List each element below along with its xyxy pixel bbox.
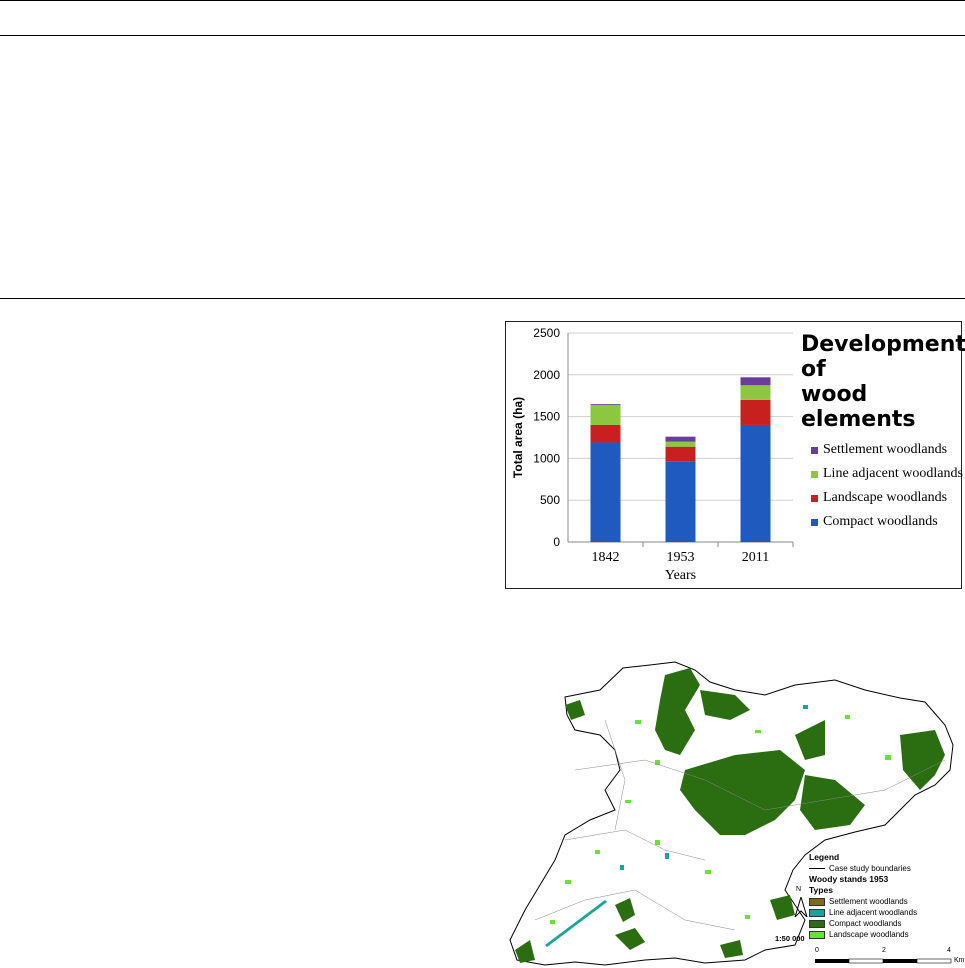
legend-label: Settlement woodlands: [823, 442, 948, 457]
bar-segment: [740, 399, 771, 425]
scalebar-tick-0: 0: [815, 947, 819, 954]
map-legend-label: Line adjacent woodlands: [829, 908, 918, 917]
chart-title: Development of wood elements: [801, 332, 965, 432]
section-rule: [0, 298, 965, 299]
legend-swatch: [811, 518, 818, 526]
legend-label: Landscape woodlands: [823, 490, 948, 505]
legend-item-compact: Compact woodlands: [811, 510, 963, 534]
y-tick-label: 500: [540, 493, 560, 507]
map-legend-item: Landscape woodlands: [809, 929, 917, 940]
bar-segment: [665, 436, 696, 442]
map-legend-item: Line adjacent woodlands: [809, 907, 917, 918]
map-legend-label: Compact woodlands: [829, 919, 902, 928]
legend-item-landscape: Landscape woodlands: [811, 486, 963, 510]
legend-item-settlement: Settlement woodlands: [811, 438, 963, 462]
y-tick-label: 1000: [533, 451, 560, 465]
bar-segment: [590, 404, 621, 405]
map-legend-swatch: [809, 897, 825, 906]
map-legend-title: Legend: [809, 852, 840, 862]
y-axis-title: Total area (ha): [511, 397, 525, 478]
top-rule: [0, 0, 965, 1]
legend-swatch: [811, 470, 818, 478]
legend-label: Compact woodlands: [823, 514, 938, 529]
y-tick-label: 2500: [533, 326, 560, 340]
north-label: N: [796, 886, 802, 893]
scalebar-tick-4: 4: [947, 947, 951, 954]
legend-swatch: [811, 494, 818, 502]
chart-legend: Settlement woodlands Line adjacent woodl…: [811, 438, 963, 534]
scalebar-unit: Km: [954, 957, 965, 964]
legend-item-line-adjacent: Line adjacent woodlands: [811, 462, 963, 486]
map-layer-title: Woody stands 1953: [809, 874, 889, 884]
map-scale: 1:50 000: [775, 934, 805, 943]
bar-segment: [590, 404, 621, 425]
boundary-line-symbol: [809, 868, 825, 869]
legend-label: Line adjacent woodlands: [823, 466, 963, 481]
map-legend-item: Compact woodlands: [809, 918, 917, 929]
bar-segment: [740, 385, 771, 400]
map-legend: Legend Case study boundaries Woody stand…: [809, 852, 917, 940]
y-tick-label: 0: [553, 535, 560, 549]
map-legend-swatch: [809, 908, 825, 917]
bar-segment: [665, 461, 696, 542]
bar-segment: [590, 442, 621, 542]
x-tick-label: 1953: [667, 550, 695, 565]
x-axis-title: Years: [665, 568, 696, 583]
north-arrow-icon: [794, 897, 808, 917]
bar-segment: [740, 424, 771, 542]
map-legend-swatch: [809, 919, 825, 928]
map-legend-label: Settlement woodlands: [829, 897, 908, 906]
map-types-label: Types: [809, 885, 833, 895]
chart-title-line-2: wood elements: [801, 382, 916, 432]
map-legend-boundary-label: Case study boundaries: [829, 864, 911, 873]
x-tick-label: 2011: [742, 550, 769, 565]
scalebar: [815, 958, 952, 964]
chart-panel: 0 500 1000 1500 2000 2500 1842 1953 2011 Years Tot…: [505, 321, 965, 589]
map-legend-label: Landscape woodlands: [829, 930, 909, 939]
map-panel: N 1:50 000 Legend Case study boundaries …: [505, 660, 965, 968]
x-tick-label: 1842: [592, 550, 620, 565]
map-legend-swatch: [809, 930, 825, 939]
header-rule: [0, 35, 965, 36]
legend-swatch: [811, 446, 818, 454]
scalebar-tick-2: 2: [882, 947, 886, 954]
bar-segment: [590, 424, 621, 443]
bar-segment: [740, 377, 771, 386]
map-legend-item: Settlement woodlands: [809, 896, 917, 907]
map-legend-boundary: Case study boundaries: [809, 863, 917, 874]
y-tick-label: 1500: [533, 410, 560, 424]
chart-title-line-1: Development of: [801, 332, 965, 382]
bar-segment: [665, 446, 696, 462]
bar-segment: [665, 441, 696, 447]
y-tick-label: 2000: [533, 368, 560, 382]
